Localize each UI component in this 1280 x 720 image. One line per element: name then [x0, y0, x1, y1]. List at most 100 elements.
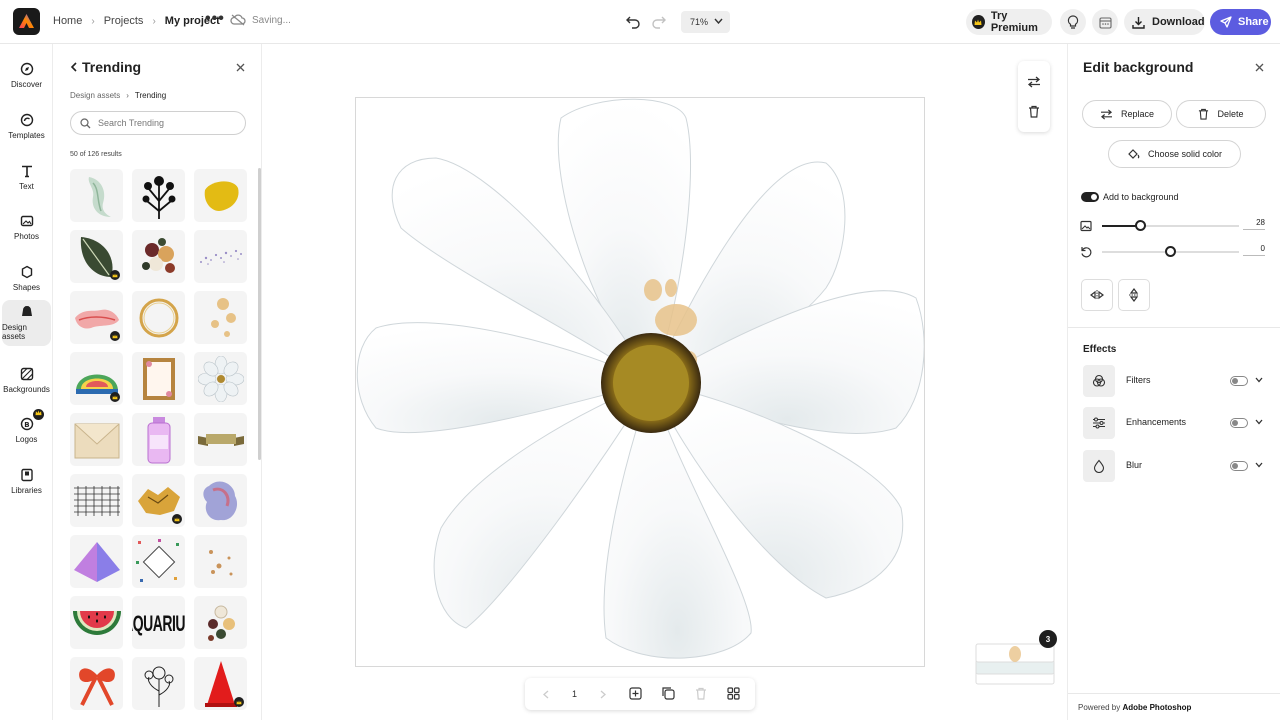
powered-by-footer: Powered by Adobe Photoshop	[1068, 693, 1280, 720]
crown-icon	[172, 514, 182, 524]
asset-tile[interactable]	[194, 535, 247, 588]
asset-tile[interactable]	[70, 230, 123, 283]
chevron-down-icon[interactable]	[1255, 462, 1263, 468]
rail-item-backgrounds[interactable]: Backgrounds	[2, 357, 51, 403]
asset-tile[interactable]	[70, 596, 123, 649]
delete-label: Delete	[1217, 109, 1244, 119]
swap-arrows-icon[interactable]	[1027, 76, 1041, 88]
effect-blur[interactable]: Blur	[1083, 450, 1269, 482]
asset-tile[interactable]	[194, 291, 247, 344]
filters-toggle[interactable]	[1230, 376, 1248, 386]
trash-icon[interactable]	[1028, 105, 1040, 118]
watermelon-slice-icon	[72, 610, 121, 635]
rail-label: Photos	[14, 231, 39, 241]
asset-tile[interactable]: AQUARIUS	[132, 596, 185, 649]
canvas-side-toolbar	[1018, 61, 1050, 132]
replace-label: Replace	[1120, 109, 1155, 119]
rotate-value-field[interactable]: 0	[1243, 244, 1265, 256]
artboard[interactable]	[355, 97, 925, 667]
redo-button[interactable]	[651, 13, 669, 31]
asset-tile[interactable]	[194, 169, 247, 222]
effect-enhancements[interactable]: Enhancements	[1083, 407, 1269, 439]
undo-button[interactable]	[625, 13, 643, 31]
blur-slider-track[interactable]	[1102, 220, 1239, 231]
panel-scrollbar[interactable]	[258, 168, 261, 460]
effect-label: Enhancements	[1126, 417, 1187, 427]
add-page-icon[interactable]	[629, 687, 642, 700]
grid-view-icon[interactable]	[727, 687, 740, 700]
blur-value-field[interactable]: 28	[1243, 218, 1265, 230]
duplicate-page-icon[interactable]	[662, 687, 675, 700]
asset-tile[interactable]	[132, 169, 185, 222]
rail-item-templates[interactable]: Templates	[2, 103, 51, 149]
asset-tile[interactable]	[132, 474, 185, 527]
rail-item-libraries[interactable]: Libraries	[2, 458, 51, 504]
chevron-right-icon[interactable]	[600, 690, 606, 699]
asset-tile[interactable]	[70, 291, 123, 344]
daisy-flower-image[interactable]	[356, 98, 925, 667]
ideas-button[interactable]	[1060, 9, 1086, 35]
share-button[interactable]: Share	[1210, 9, 1271, 35]
rail-item-design-assets[interactable]: Design assets	[2, 300, 51, 346]
asset-tile[interactable]	[70, 169, 123, 222]
panel-title: Edit background	[1083, 59, 1194, 75]
enhancements-toggle[interactable]	[1230, 418, 1248, 428]
asset-tile[interactable]	[70, 413, 123, 466]
delete-button[interactable]: Delete	[1176, 100, 1266, 128]
asset-tile[interactable]	[194, 352, 247, 405]
close-icon[interactable]	[1255, 63, 1264, 72]
rail-item-discover[interactable]: Discover	[2, 52, 51, 98]
asset-tile[interactable]	[194, 657, 247, 710]
breadcrumb-home[interactable]: Home	[53, 15, 82, 27]
rail-item-logos[interactable]: B Logos	[2, 407, 51, 453]
choose-solid-color-button[interactable]: Choose solid color	[1108, 140, 1241, 168]
chevron-down-icon[interactable]	[1255, 419, 1263, 425]
search-input[interactable]: Search Trending	[70, 111, 246, 135]
more-options-button[interactable]: •••	[205, 11, 224, 30]
flip-horizontal-button[interactable]	[1081, 279, 1113, 311]
asset-tile[interactable]	[132, 657, 185, 710]
blur-toggle[interactable]	[1230, 461, 1248, 471]
rotate-slider-track[interactable]	[1102, 246, 1239, 257]
zoom-dropdown[interactable]: 71%	[681, 11, 730, 33]
close-icon[interactable]	[236, 63, 245, 72]
chevron-left-icon[interactable]	[543, 690, 549, 699]
asset-tile[interactable]	[132, 535, 185, 588]
asset-tile[interactable]	[194, 596, 247, 649]
crown-icon	[110, 392, 120, 402]
svg-text:B: B	[24, 421, 29, 429]
effect-filters[interactable]: Filters	[1083, 365, 1269, 397]
breadcrumb-projects[interactable]: Projects	[104, 15, 144, 27]
try-premium-button[interactable]: Try Premium	[966, 9, 1052, 35]
asset-tile[interactable]	[132, 413, 185, 466]
delete-page-icon[interactable]	[695, 687, 707, 700]
asset-tile[interactable]	[194, 230, 247, 283]
asset-tile[interactable]	[132, 291, 185, 344]
asset-tile[interactable]	[70, 474, 123, 527]
chevron-down-icon[interactable]	[1255, 377, 1263, 383]
calendar-button[interactable]	[1092, 9, 1118, 35]
add-to-background-toggle[interactable]	[1081, 192, 1099, 202]
asset-tile[interactable]	[70, 657, 123, 710]
asset-tile[interactable]	[70, 535, 123, 588]
share-label: Share	[1238, 16, 1269, 28]
asset-tile[interactable]	[70, 352, 123, 405]
white-daisy-icon	[197, 355, 244, 402]
panel-breadcrumb-design-assets[interactable]: Design assets	[70, 91, 120, 100]
asset-tile[interactable]	[194, 474, 247, 527]
app-logo[interactable]	[13, 8, 40, 35]
flip-vertical-button[interactable]	[1118, 279, 1150, 311]
asset-tile[interactable]	[194, 413, 247, 466]
blur-slider-handle[interactable]	[1134, 220, 1146, 231]
download-button[interactable]: Download	[1124, 9, 1205, 35]
rail-item-photos[interactable]: Photos	[2, 204, 51, 250]
panel-back-button[interactable]: Trending	[70, 59, 141, 75]
breadcrumb: Home › Projects › My project	[53, 15, 220, 27]
asset-tile[interactable]	[132, 230, 185, 283]
replace-button[interactable]: Replace	[1082, 100, 1172, 128]
rail-item-shapes[interactable]: Shapes	[2, 255, 51, 301]
asset-tile[interactable]	[132, 352, 185, 405]
rail-item-text[interactable]: Text	[2, 154, 51, 200]
paint-bucket-icon	[1128, 149, 1140, 159]
rotate-slider-handle[interactable]	[1165, 246, 1176, 257]
